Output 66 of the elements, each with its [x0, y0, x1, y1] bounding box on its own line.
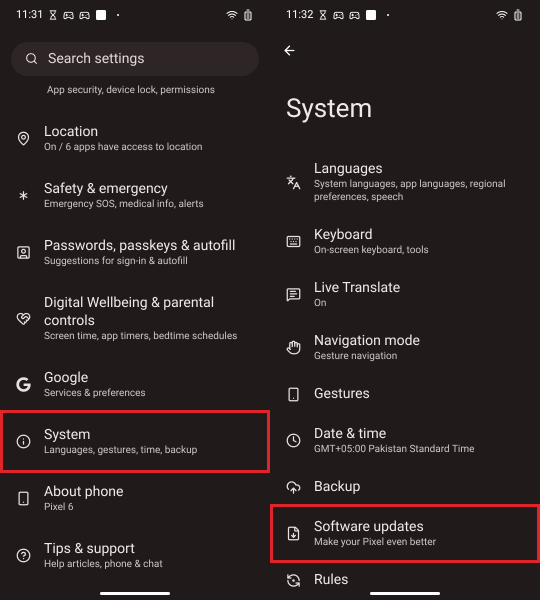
hourglass-icon	[48, 10, 58, 20]
settings-item[interactable]: Software updates Make your Pixel even better	[270, 504, 540, 563]
square-icon	[365, 9, 378, 21]
keyboard-icon	[286, 234, 301, 249]
item-title: Languages	[314, 160, 384, 178]
hand-icon	[286, 340, 301, 355]
battery-icon	[512, 9, 524, 21]
item-title: Navigation mode	[314, 332, 420, 350]
item-title: Location	[44, 123, 100, 141]
item-subtitle: Pixel 6	[44, 501, 74, 514]
gamepad-icon	[333, 10, 344, 20]
item-title: Live Translate	[314, 279, 400, 297]
clock-time: 11:32	[286, 6, 314, 23]
item-subtitle: Suggestions for sign-in & autofill	[44, 255, 189, 268]
item-title: Gestures	[314, 385, 370, 403]
item-subtitle: Help articles, phone & chat	[44, 558, 163, 571]
item-subtitle: Languages, gestures, time, backup	[44, 444, 198, 457]
download-icon	[286, 526, 301, 541]
clock-time: 11:31	[16, 6, 44, 23]
item-title: Backup	[314, 478, 360, 496]
gesture-bar[interactable]	[370, 592, 440, 595]
cloud-upload-icon	[286, 480, 301, 494]
google-g-icon	[16, 377, 31, 392]
item-subtitle: GMT+05:00 Pakistan Standard Time	[314, 443, 474, 456]
location-pin-icon	[16, 131, 31, 146]
item-title: Rules	[314, 571, 348, 589]
page-title: System	[286, 93, 372, 126]
phone-icon	[286, 386, 301, 402]
gamepad-icon	[63, 10, 74, 20]
item-subtitle: Screen time, app timers, bedtime schedules	[44, 330, 238, 343]
item-subtitle: Make your Pixel even better	[314, 536, 436, 549]
item-title: About phone	[44, 483, 124, 501]
search-icon	[25, 52, 38, 65]
item-title: Keyboard	[314, 226, 374, 244]
gesture-bar[interactable]	[100, 592, 170, 595]
item-title: Tips & support	[44, 540, 136, 558]
item-subtitle: Emergency SOS, medical info, alerts	[44, 198, 204, 211]
translate-icon	[286, 174, 301, 190]
info-icon	[16, 434, 31, 449]
help-icon	[16, 548, 31, 563]
item-subtitle: Gesture navigation	[314, 350, 398, 363]
rotate-icon	[286, 572, 301, 588]
item-subtitle: App security, device lock, permissions	[47, 84, 216, 97]
gamepad-icon	[349, 10, 360, 20]
clock-icon	[286, 433, 301, 448]
item-subtitle: On / 6 apps have access to location	[44, 141, 202, 154]
settings-item[interactable]: System Languages, gestures, time, backup	[0, 410, 270, 473]
square-icon	[95, 9, 108, 21]
item-title: Software updates	[314, 518, 425, 536]
item-subtitle: System languages, app languages, regional preferences, speech	[314, 178, 507, 204]
item-title: Digital Wellbeing & parental controls	[44, 294, 216, 330]
hourglass-icon	[318, 10, 328, 20]
item-title: Google	[44, 369, 90, 387]
search-field[interactable]: Search settings	[11, 42, 259, 76]
item-title: Passwords, passkeys & autofill	[44, 237, 236, 255]
id-card-icon	[16, 245, 31, 260]
item-subtitle: On-screen keyboard, tools	[314, 244, 429, 257]
phone-icon	[16, 491, 31, 506]
item-title: Date & time	[314, 425, 388, 443]
item-subtitle: On	[314, 297, 328, 310]
gamepad-icon	[79, 10, 90, 20]
item-title: System	[44, 426, 92, 444]
item-title: Safety & emergency	[44, 180, 169, 198]
item-subtitle: Services & preferences	[44, 387, 146, 400]
translate-bubble-icon	[286, 287, 301, 302]
battery-icon	[242, 9, 254, 21]
